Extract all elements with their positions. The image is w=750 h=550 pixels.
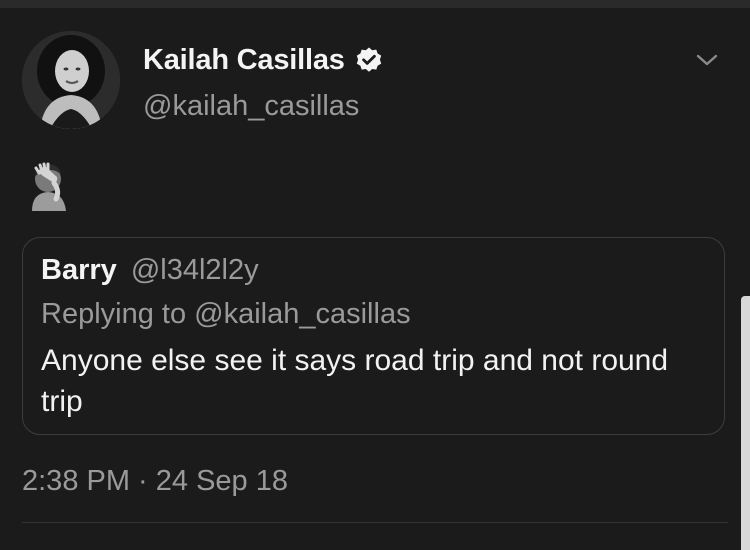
profile-photo [22,31,120,129]
face-palm-emoji [26,159,72,211]
display-name-row: Kailah Casillas [143,41,383,79]
avatar[interactable] [22,31,120,129]
tweet-timestamp[interactable]: 2:38 PM · 24 Sep 18 [22,465,288,498]
quoted-author-handle: @l34l2l2y [130,254,259,286]
display-name[interactable]: Kailah Casillas [143,44,345,77]
scrollbar-thumb[interactable] [741,296,750,550]
user-handle[interactable]: @kailah_casillas [143,90,359,123]
verified-badge-icon [355,46,383,74]
quoted-tweet-header: Barry @l34l2l2y [41,254,259,287]
divider [22,522,728,523]
top-border [0,0,750,8]
quoted-author-name: Barry [41,254,117,286]
quoted-tweet-text: Anyone else see it says road trip and no… [41,344,669,418]
quoted-tweet-card[interactable]: Barry @l34l2l2y Replying to @kailah_casi… [22,237,725,435]
replying-to-label: Replying to @kailah_casillas [41,298,411,330]
tweet: Kailah Casillas @kailah_casillas Barry @… [0,8,740,550]
chevron-down-icon[interactable] [694,50,720,70]
